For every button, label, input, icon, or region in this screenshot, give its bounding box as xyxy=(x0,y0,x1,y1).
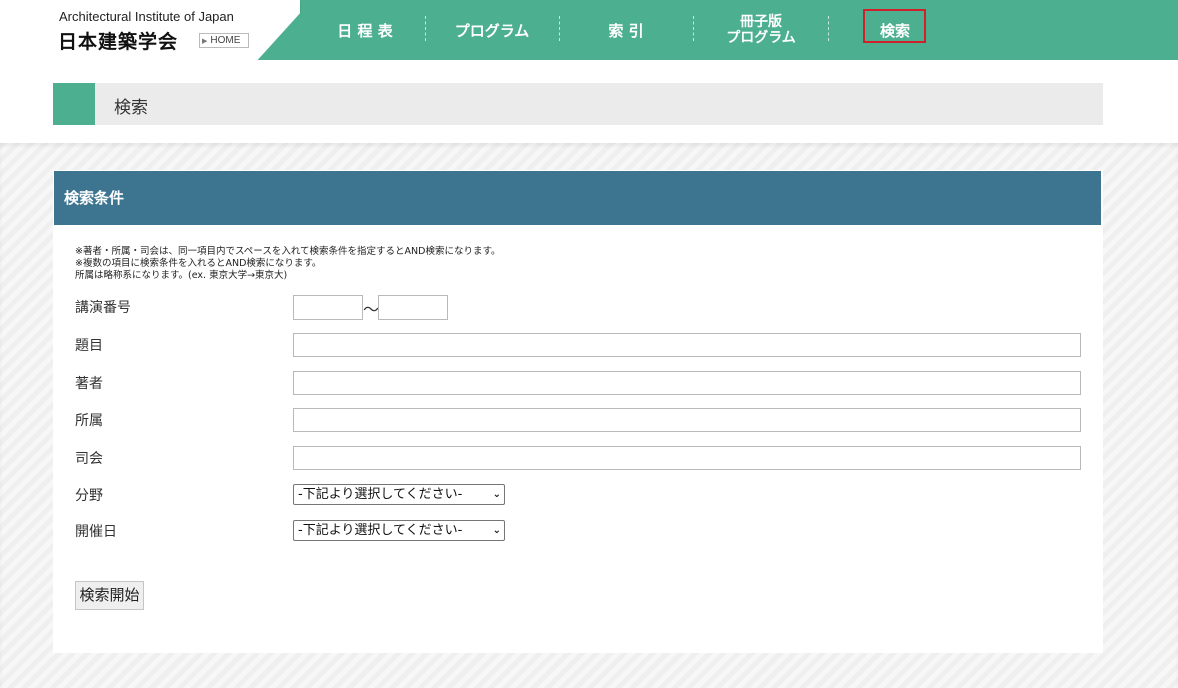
nav-schedule-label: 日 程 表 xyxy=(337,21,393,40)
lecture-number-to-input[interactable] xyxy=(378,295,448,320)
search-notes: ※著者・所属・司会は、同一項目内でスペースを入れて検索条件を指定するとAND検索… xyxy=(75,246,501,282)
org-name-english: Architectural Institute of Japan xyxy=(59,9,234,24)
nav-print-program-line1: 冊子版 xyxy=(740,14,782,30)
nav-divider xyxy=(425,16,426,41)
chair-input[interactable] xyxy=(293,446,1081,470)
affiliation-input[interactable] xyxy=(293,408,1081,432)
lecture-number-label: 講演番号 xyxy=(75,300,131,316)
range-separator: 〜 xyxy=(363,300,380,319)
page-title: 検索 xyxy=(114,98,148,118)
nav-divider xyxy=(693,16,694,41)
nav-print-program-line2: プログラム xyxy=(726,30,796,46)
field-select[interactable]: -下記より選択してください- ⌄ xyxy=(293,484,505,505)
field-label: 分野 xyxy=(75,488,103,504)
chevron-down-icon: ⌄ xyxy=(492,525,501,536)
nav-program-label: プログラム xyxy=(454,21,530,40)
home-link[interactable]: ▶ HOME xyxy=(199,33,249,48)
search-submit-button[interactable]: 検索開始 xyxy=(75,581,144,610)
search-panel: 検索条件 ※著者・所属・司会は、同一項目内でスペースを入れて検索条件を指定すると… xyxy=(53,170,1103,653)
search-note: 所属は略称系になります。(ex. 東京大学→東京大) xyxy=(75,270,288,281)
search-note: ※複数の項目に検索条件を入れるとAND検索になります。 xyxy=(75,258,322,269)
chair-label: 司会 xyxy=(75,451,103,467)
title-accent-block xyxy=(53,83,95,125)
author-label: 著者 xyxy=(75,376,103,392)
search-note: ※著者・所属・司会は、同一項目内でスペースを入れて検索条件を指定するとAND検索… xyxy=(75,246,501,257)
title-label: 題目 xyxy=(75,338,103,354)
field-select-value: -下記より選択してください- xyxy=(298,487,463,502)
search-conditions-heading: 検索条件 xyxy=(54,171,1101,225)
date-label: 開催日 xyxy=(75,524,117,540)
nav-divider xyxy=(828,16,829,41)
date-select[interactable]: -下記より選択してください- ⌄ xyxy=(293,520,505,541)
nav-search-active-outline xyxy=(863,9,926,43)
nav-schedule[interactable]: 日 程 表 xyxy=(300,0,430,60)
author-input[interactable] xyxy=(293,371,1081,395)
home-link-label: HOME xyxy=(210,35,241,46)
nav-divider xyxy=(559,16,560,41)
logo-area: Architectural Institute of Japan 日本建築学会 … xyxy=(0,0,300,64)
date-select-value: -下記より選択してください- xyxy=(298,523,463,538)
title-input[interactable] xyxy=(293,333,1081,357)
nav-index[interactable]: 索 引 xyxy=(561,0,691,60)
arrow-right-icon: ▶ xyxy=(202,38,208,45)
lecture-number-from-input[interactable] xyxy=(293,295,363,320)
org-name-japanese[interactable]: 日本建築学会 xyxy=(58,27,178,54)
nav-print-program[interactable]: 冊子版 プログラム xyxy=(696,0,826,60)
page-title-bar: 検索 xyxy=(53,83,1103,125)
affiliation-label: 所属 xyxy=(75,413,103,429)
chevron-down-icon: ⌄ xyxy=(492,489,501,500)
nav-program[interactable]: プログラム xyxy=(427,0,557,60)
nav-index-label: 索 引 xyxy=(608,21,644,40)
